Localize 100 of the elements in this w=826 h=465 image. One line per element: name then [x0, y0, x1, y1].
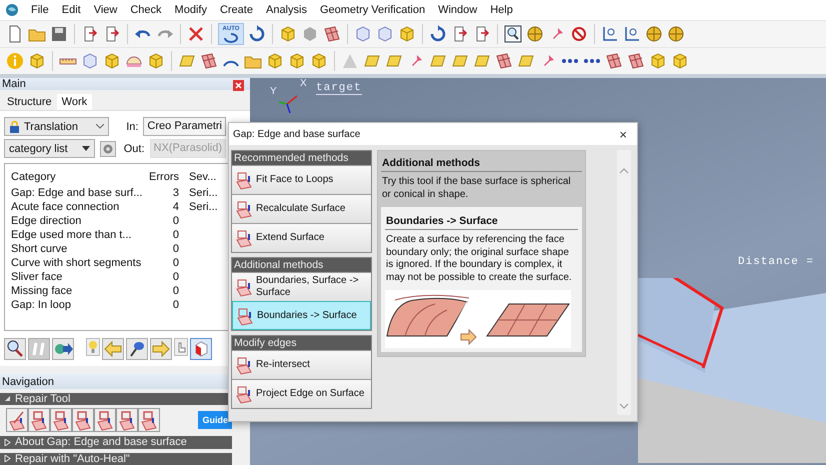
repair-tool-icon[interactable]	[50, 408, 72, 432]
table-cell-text: 0	[172, 215, 180, 228]
save-icon[interactable]	[50, 25, 68, 43]
table-cell-text: Gap: In loop	[11, 299, 72, 312]
triangle-icon	[4, 455, 11, 462]
method-button[interactable]: Fit Face to Loops	[232, 165, 371, 194]
group-header: Recommended methods	[232, 151, 371, 165]
grid-icon[interactable]	[627, 52, 645, 70]
pin-icon[interactable]	[126, 338, 148, 360]
repair-tool-icon[interactable]	[72, 408, 94, 432]
refresh-icon	[223, 32, 239, 42]
table-cell-text: Gap: Edge and base surf...	[11, 187, 144, 200]
cube-icon[interactable]	[266, 52, 284, 70]
repair-tool-icon[interactable]	[6, 408, 28, 432]
scroll-down-icon[interactable]	[619, 403, 629, 409]
grid-icon[interactable]	[200, 52, 218, 70]
table-cell-text: 0	[172, 257, 180, 270]
cube-icon[interactable]	[398, 25, 416, 43]
menu-item[interactable]: Check	[125, 4, 170, 16]
caret-icon	[82, 146, 90, 152]
axes-icon[interactable]	[601, 25, 619, 43]
method-button[interactable]: Re-intersect	[232, 350, 371, 379]
cube-icon[interactable]	[190, 338, 212, 360]
method-button[interactable]: Boundaries -> Surface	[232, 301, 371, 330]
search-icon[interactable]	[504, 25, 522, 43]
mode-dropdown[interactable]: Translation	[4, 117, 110, 136]
section-header[interactable]: Repair with "Auto-Heal"	[0, 452, 232, 465]
column-header[interactable]: Errors	[145, 171, 185, 184]
table-cell-text: Edge direction	[11, 215, 82, 228]
column-header[interactable]: Sev...	[185, 171, 229, 184]
group-header: Modify edges	[232, 336, 371, 350]
cube-icon[interactable]	[310, 52, 328, 70]
cube-icon[interactable]	[28, 52, 46, 70]
menu-item[interactable]: Modify	[170, 4, 215, 16]
column-header[interactable]: Category	[11, 171, 145, 184]
axes-icon[interactable]	[623, 25, 641, 43]
table-cell-text: Edge used more than t...	[11, 229, 132, 242]
gear-icon[interactable]	[100, 140, 116, 157]
refresh-icon[interactable]	[248, 25, 266, 43]
scroll-up-icon[interactable]	[619, 168, 629, 174]
method-button[interactable]: Extend Surface	[232, 223, 371, 252]
method-button[interactable]: Project Edge on Surface	[232, 379, 371, 408]
card-text: Create a surface by referencing the face boundary only; the original surface shape is ignored. If the boundary is complex, it may not be possible to create the surface.	[386, 234, 573, 284]
close-icon[interactable]	[233, 80, 244, 91]
section-header[interactable]: About Gap: Edge and base surface	[0, 436, 232, 449]
repair-tool-icon[interactable]	[116, 408, 138, 432]
cube-icon[interactable]	[147, 52, 165, 70]
surface-tool-icon	[235, 277, 253, 297]
menu-item[interactable]: Help	[485, 4, 521, 16]
repair-tool-icon[interactable]	[28, 408, 50, 432]
table-cell-text: 0	[172, 271, 180, 284]
in-label: In:	[125, 120, 138, 133]
tab[interactable]: Work	[56, 94, 92, 110]
triangle-icon	[4, 395, 11, 402]
group-header: Additional methods	[232, 258, 371, 272]
cube-icon[interactable]	[288, 52, 306, 70]
grid-icon[interactable]	[605, 52, 623, 70]
cube-icon[interactable]	[103, 52, 121, 70]
menu-item[interactable]: Analysis	[260, 4, 315, 16]
cube-outline-icon[interactable]	[376, 25, 394, 43]
out-label: Out:	[122, 142, 145, 155]
repair-tool-icon[interactable]	[94, 408, 116, 432]
surface-tool-icon	[235, 355, 253, 375]
input-format-field[interactable]: Creo Parametri	[143, 117, 226, 136]
delete-icon[interactable]	[187, 25, 205, 43]
app-logo-icon	[5, 3, 19, 17]
cube-icon[interactable]	[671, 52, 689, 70]
triangle-icon	[4, 438, 11, 446]
refresh-icon[interactable]	[429, 25, 447, 43]
menu-item[interactable]: Create	[214, 4, 261, 16]
cube-outline-icon[interactable]	[354, 25, 372, 43]
search-icon[interactable]	[4, 338, 26, 360]
list-dropdown[interactable]: category list	[4, 139, 95, 158]
method-button[interactable]: Recalculate Surface	[232, 194, 371, 223]
close-button[interactable]: ×	[619, 126, 627, 142]
table-cell-text: 0	[172, 229, 180, 242]
surface-tool-icon	[235, 384, 253, 404]
target-label: target	[316, 82, 362, 95]
panel-header: Main	[0, 78, 250, 90]
grid-icon[interactable]	[495, 52, 513, 70]
menu-item[interactable]: Window	[433, 4, 486, 16]
axis-label: Y	[270, 86, 277, 97]
table-cell-text: Curve with short segments	[11, 257, 142, 270]
forbidden-icon[interactable]	[570, 25, 588, 43]
grid-icon[interactable]	[323, 25, 341, 43]
method-button[interactable]: Boundaries, Surface -> Surface	[232, 272, 371, 301]
cube-icon[interactable]	[279, 25, 297, 43]
menu-item[interactable]: Edit	[56, 4, 89, 16]
table-cell-text: Acute face connection	[11, 201, 120, 214]
menu-item[interactable]: File	[26, 4, 57, 16]
bulb-icon[interactable]	[86, 338, 100, 356]
chevron-icon	[96, 124, 104, 130]
cube-icon[interactable]	[649, 52, 667, 70]
dialog-title: Gap: Edge and base surface	[233, 128, 360, 140]
table-cell-text: 0	[172, 243, 180, 256]
tab[interactable]: Structure	[2, 94, 57, 110]
menu-item[interactable]: Geometry Verification	[314, 4, 434, 16]
cube-outline-icon[interactable]	[81, 52, 99, 70]
repair-tool-icon[interactable]	[138, 408, 160, 432]
menu-item[interactable]: View	[88, 4, 126, 16]
